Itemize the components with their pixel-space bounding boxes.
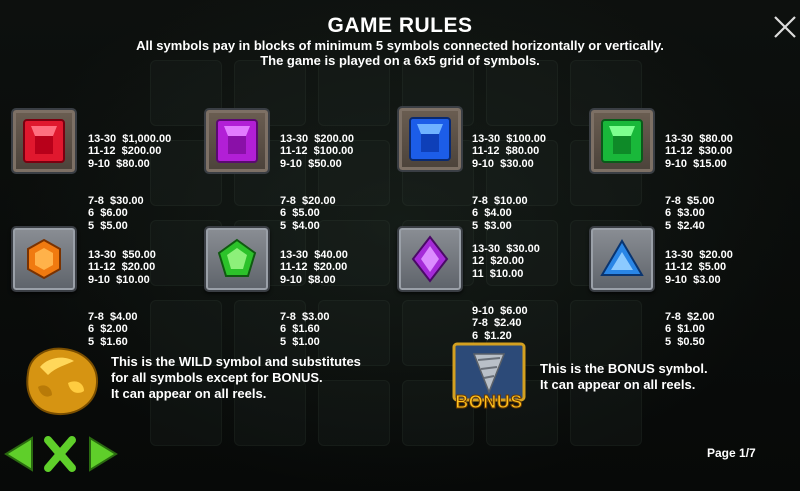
purple-diamond-icon (397, 226, 463, 292)
intro-line-1: All symbols pay in blocks of minimum 5 s… (136, 38, 664, 53)
wild-description: This is the WILD symbol and substitutes … (111, 354, 361, 401)
purple-gem-icon (204, 108, 270, 174)
blue-triangle-icon (589, 226, 655, 292)
intro-line-2: The game is played on a 6x5 grid of symb… (260, 53, 540, 68)
wild-gold-nugget-icon (26, 347, 99, 416)
pays-orange-hexagon: 13-30 $50.00 11-12 $20.00 9-10 $10.00 7-8 … (88, 248, 156, 348)
close-icon[interactable] (772, 14, 798, 40)
page-title: GAME RULES (327, 14, 473, 37)
pays-blue-triangle: 13-30 $20.00 11-12 $5.00 9-10 $3.00 7-8 $2… (665, 248, 733, 348)
previous-page-arrow-icon[interactable] (2, 434, 38, 474)
close-x-icon[interactable] (42, 434, 78, 474)
page-indicator: Page 1/7 (707, 446, 756, 460)
pays-green-pentagon: 13-30 $40.00 11-12 $20.00 9-10 $8.00 7-8 $… (280, 248, 348, 348)
green-gem-icon (589, 108, 655, 174)
rules-intro: All symbols pay in blocks of minimum 5 s… (0, 38, 800, 68)
bonus-description: This is the BONUS symbol. It can appear … (540, 361, 708, 392)
red-gem-icon (11, 108, 77, 174)
blue-gem-icon (397, 106, 463, 172)
bonus-drill-icon: BONUS (452, 342, 526, 418)
bonus-label: BONUS (455, 392, 523, 413)
next-page-arrow-icon[interactable] (84, 434, 120, 474)
green-pentagon-icon (204, 226, 270, 292)
background-reel-cell (570, 300, 642, 366)
orange-hexagon-icon (11, 226, 77, 292)
